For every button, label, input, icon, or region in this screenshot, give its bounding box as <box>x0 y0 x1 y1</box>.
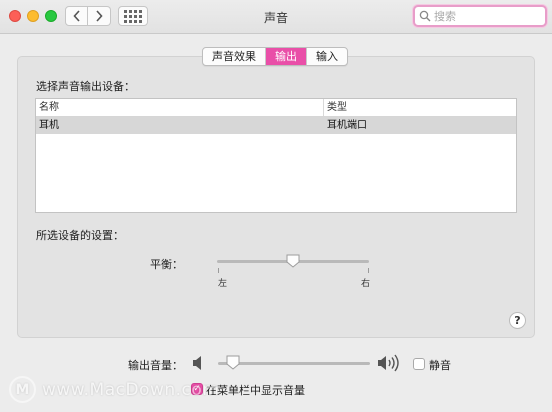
device-name-cell: 耳机 <box>39 120 59 131</box>
speaker-high-icon <box>378 354 399 372</box>
tab-bar: 声音效果 输出 输入 <box>202 47 348 66</box>
balance-left-label: 左 <box>218 279 228 289</box>
speaker-low-icon <box>193 356 201 370</box>
column-header-type[interactable]: 类型 <box>324 99 347 116</box>
balance-label: 平衡： <box>150 258 183 271</box>
table-header: 名称 类型 <box>36 99 516 117</box>
search-input[interactable] <box>434 9 544 23</box>
balance-tick-right <box>368 268 369 273</box>
tab-input[interactable]: 输入 <box>307 48 347 65</box>
title-bar: 声音 <box>0 0 552 34</box>
device-section-label: 选择声音输出设备： <box>36 80 135 93</box>
balance-slider-thumb[interactable] <box>286 254 300 268</box>
tab-output[interactable]: 输出 <box>266 48 307 65</box>
volume-slider[interactable] <box>218 362 370 365</box>
tab-sound-effects[interactable]: 声音效果 <box>203 48 266 65</box>
balance-right-label: 右 <box>361 279 371 289</box>
help-button[interactable]: ? <box>509 312 526 329</box>
show-volume-in-menubar-label: 在菜单栏中显示音量 <box>206 384 305 397</box>
volume-slider-thumb[interactable] <box>226 355 240 370</box>
mute-checkbox[interactable] <box>413 358 425 370</box>
balance-tick-left <box>218 268 219 273</box>
output-device-table[interactable]: 名称 类型 耳机 耳机端口 <box>35 98 517 213</box>
device-type-cell: 耳机端口 <box>327 120 367 131</box>
watermark: M www.MacDown.com <box>9 376 219 403</box>
search-icon <box>419 10 431 22</box>
mute-label: 静音 <box>429 359 451 372</box>
output-volume-label: 输出音量： <box>128 359 183 372</box>
device-settings-label: 所选设备的设置： <box>36 229 124 242</box>
table-row[interactable]: 耳机 耳机端口 <box>36 117 516 134</box>
search-field[interactable] <box>413 5 547 27</box>
watermark-logo: M <box>9 376 36 403</box>
show-volume-in-menubar-checkbox[interactable]: ✓ <box>191 383 203 395</box>
column-header-name[interactable]: 名称 <box>36 99 324 116</box>
